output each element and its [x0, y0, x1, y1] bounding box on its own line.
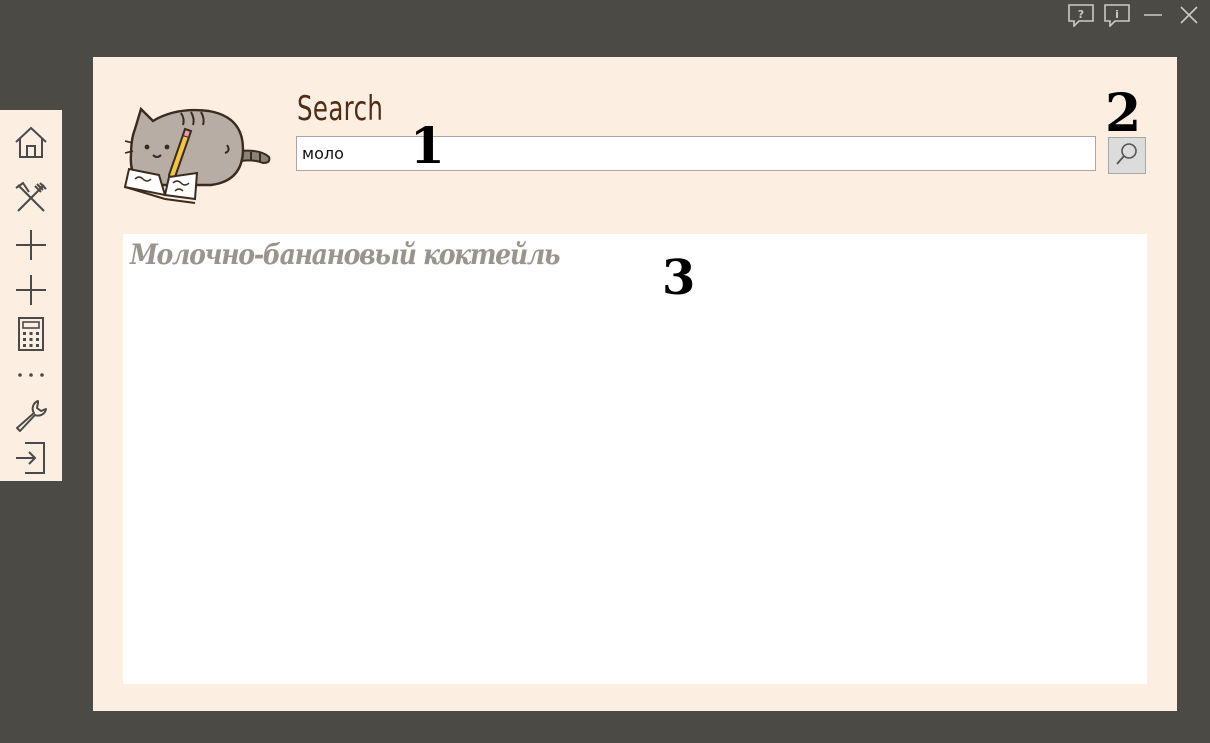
logout-icon [13, 440, 49, 476]
search-icon [1114, 141, 1140, 171]
minimize-icon[interactable] [1138, 2, 1168, 28]
callout-marker-1: 1 [410, 116, 445, 175]
cat-illustration [121, 99, 276, 217]
sidebar-item-add-recipe[interactable] [0, 222, 62, 267]
sidebar-item-home[interactable] [0, 110, 62, 174]
plus-icon [13, 227, 49, 263]
sidebar-item-add-product[interactable] [0, 267, 62, 312]
info-icon[interactable]: i [1102, 2, 1132, 28]
sidebar [0, 110, 62, 481]
search-panel: Search Молочно-банановый коктейль 1 2 3 [93, 57, 1177, 711]
callout-marker-3: 3 [662, 250, 696, 306]
more-icon [13, 365, 49, 385]
sidebar-item-recipes[interactable] [0, 174, 62, 222]
list-item[interactable]: Молочно-банановый коктейль [130, 238, 561, 271]
close-icon[interactable] [1174, 2, 1204, 28]
sidebar-item-more[interactable] [0, 355, 62, 395]
search-results-list: Молочно-банановый коктейль [123, 234, 1147, 684]
window-controls: ? i [1066, 2, 1204, 28]
calculator-icon [13, 316, 49, 352]
sidebar-item-settings[interactable] [0, 395, 62, 437]
fork-knife-icon [13, 180, 49, 216]
sidebar-item-calculator[interactable] [0, 312, 62, 355]
home-icon [13, 124, 49, 160]
wrench-icon [13, 398, 49, 434]
sidebar-item-logout[interactable] [0, 437, 62, 479]
plus-icon [13, 272, 49, 308]
callout-marker-2: 2 [1105, 83, 1142, 144]
help-icon[interactable]: ? [1066, 2, 1096, 28]
svg-text:i: i [1115, 8, 1119, 21]
svg-text:?: ? [1078, 8, 1084, 21]
page-title: Search [297, 89, 384, 129]
